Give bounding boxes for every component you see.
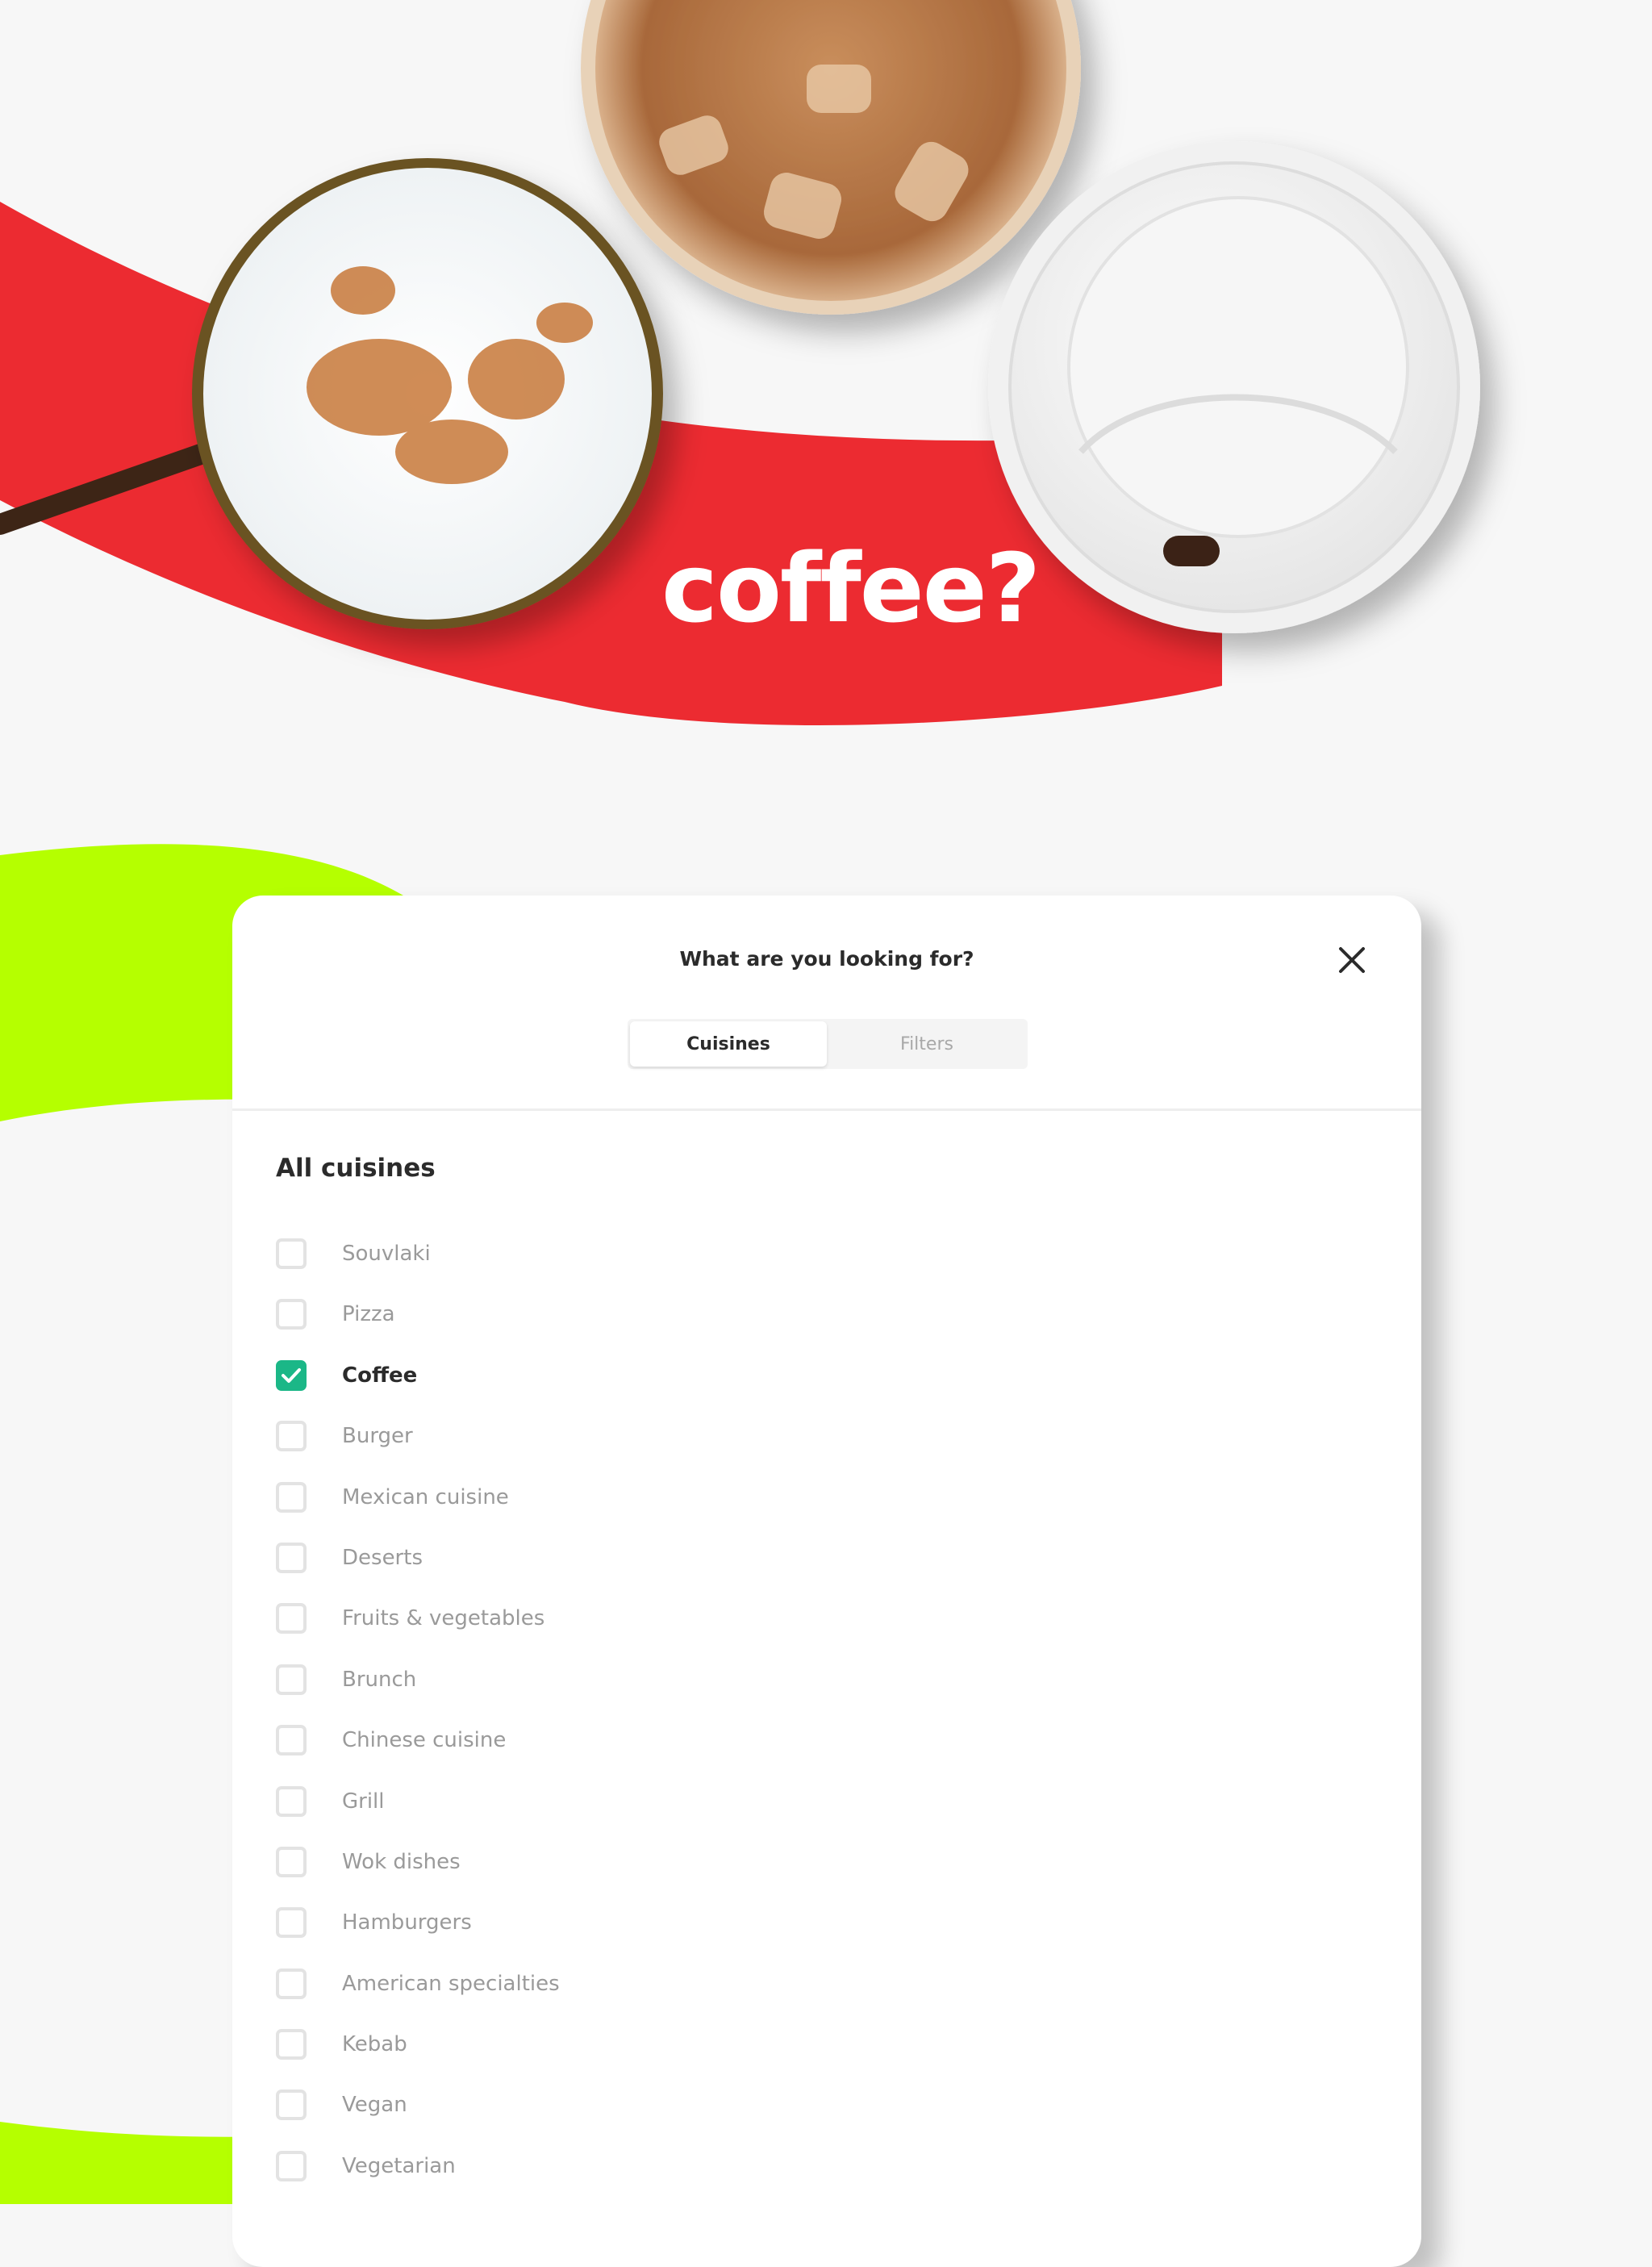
dialog-title: What are you looking for? [679, 947, 974, 971]
cuisine-option[interactable]: Wok dishes [276, 1844, 560, 1905]
cuisine-option[interactable]: Pizza [276, 1296, 560, 1357]
iced-coffee-cup [581, 0, 1081, 315]
cuisine-checkbox[interactable] [276, 2090, 307, 2121]
cuisine-checkbox[interactable] [276, 1846, 307, 1877]
cuisine-option[interactable]: Hamburgers [276, 1905, 560, 1965]
cuisine-filter-dialog: What are you looking for? Cuisines Filte… [232, 896, 1421, 2267]
cuisine-option[interactable]: Fruits & vegetables [276, 1601, 560, 1661]
cuisine-checkbox[interactable] [276, 1725, 307, 1756]
cuisine-label: Grill [342, 1789, 385, 1814]
tab-filters[interactable]: Filters [828, 1021, 1025, 1067]
cuisine-label: Mexican cuisine [342, 1484, 509, 1509]
dialog-header: What are you looking for? Cuisines Filte… [232, 896, 1421, 1111]
close-icon [1339, 947, 1365, 973]
cuisine-checkbox[interactable] [276, 1481, 307, 1513]
cuisine-checkbox[interactable] [276, 1359, 307, 1391]
cuisine-label: Coffee [342, 1363, 418, 1388]
hero-headline: coffee? [661, 532, 1041, 644]
cuisine-option[interactable]: Grill [276, 1784, 560, 1844]
cuisine-option[interactable]: Coffee [276, 1358, 560, 1418]
section-title: All cuisines [276, 1154, 436, 1183]
cuisine-option[interactable]: Burger [276, 1418, 560, 1479]
cuisine-label: Burger [342, 1424, 413, 1449]
cuisine-option[interactable]: Brunch [276, 1662, 560, 1722]
cuisine-label: Vegetarian [342, 2153, 456, 2178]
cuisine-option[interactable]: Mexican cuisine [276, 1480, 560, 1540]
takeaway-cup-lid [988, 141, 1480, 633]
cuisine-label: Chinese cuisine [342, 1728, 507, 1753]
cuisine-option[interactable]: Kebab [276, 2027, 560, 2087]
cuisine-checkbox[interactable] [276, 1542, 307, 1573]
cuisine-label: Souvlaki [342, 1242, 431, 1266]
cappuccino-cup [192, 158, 663, 629]
cuisine-label: Pizza [342, 1302, 395, 1327]
hero-illustration [0, 0, 1480, 725]
tab-cuisines[interactable]: Cuisines [630, 1021, 827, 1067]
cuisine-list: Souvlaki Pizza Coffee Burger Mexican cuisine… [276, 1236, 560, 2209]
cuisine-checkbox[interactable] [276, 1238, 307, 1269]
cuisine-option[interactable]: Vegetarian [276, 2148, 560, 2209]
cuisine-option[interactable]: Chinese cuisine [276, 1722, 560, 1783]
cuisine-option[interactable]: American specialties [276, 1966, 560, 2027]
cuisine-checkbox[interactable] [276, 2029, 307, 2060]
tab-switcher: Cuisines Filters [628, 1019, 1028, 1069]
cuisine-checkbox[interactable] [276, 1907, 307, 1939]
cuisine-label: Kebab [342, 2032, 407, 2057]
cuisine-checkbox[interactable] [276, 1299, 307, 1330]
cuisine-label: Vegan [342, 2093, 407, 2118]
cuisine-checkbox[interactable] [276, 1968, 307, 1999]
cuisine-option[interactable]: Vegan [276, 2087, 560, 2148]
cuisine-checkbox[interactable] [276, 1785, 307, 1817]
cuisine-option[interactable]: Deserts [276, 1540, 560, 1601]
cuisine-label: Brunch [342, 1667, 417, 1692]
checkmark-icon [282, 1367, 301, 1383]
close-button[interactable] [1333, 941, 1371, 979]
cuisine-checkbox[interactable] [276, 1421, 307, 1452]
cuisine-label: American specialties [342, 1971, 560, 1996]
cuisine-label: Deserts [342, 1545, 423, 1570]
cuisine-label: Wok dishes [342, 1849, 461, 1874]
cuisine-option[interactable]: Souvlaki [276, 1236, 560, 1296]
cuisine-checkbox[interactable] [276, 2150, 307, 2181]
cuisine-label: Hamburgers [342, 1910, 472, 1935]
cuisine-checkbox[interactable] [276, 1664, 307, 1695]
cuisine-label: Fruits & vegetables [342, 1606, 545, 1631]
cuisine-checkbox[interactable] [276, 1603, 307, 1634]
